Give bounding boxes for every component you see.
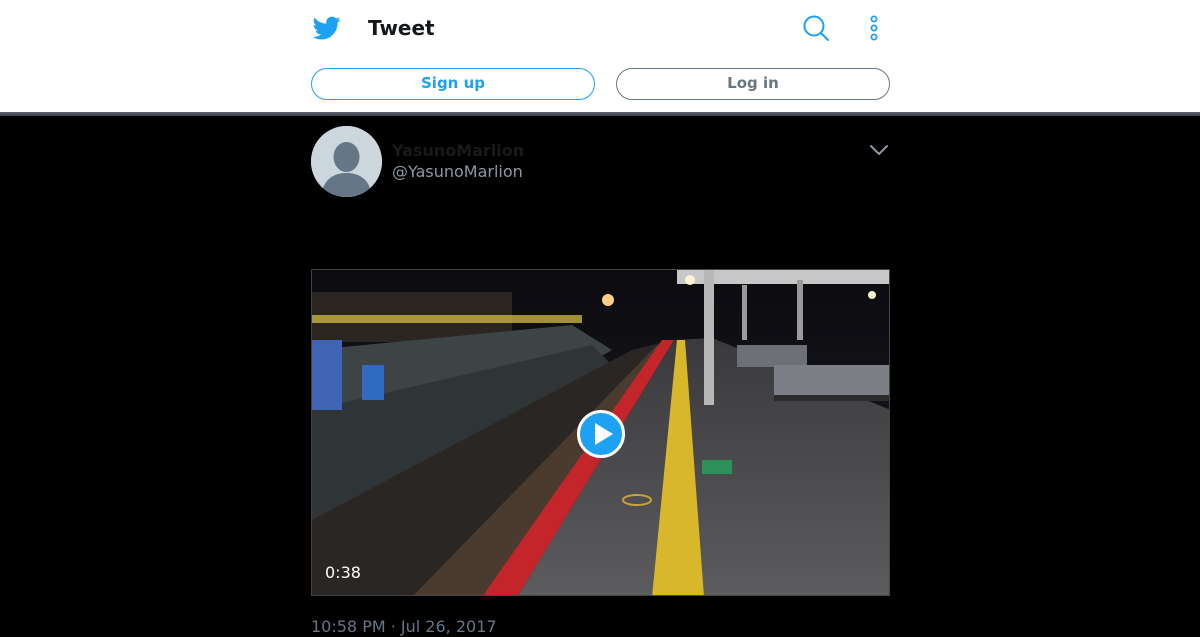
- avatar[interactable]: [311, 126, 382, 197]
- video-player[interactable]: 0:38: [311, 269, 890, 596]
- twitter-bird-icon[interactable]: [312, 14, 342, 42]
- play-icon: [595, 423, 613, 445]
- tweet-timestamp[interactable]: 10:58 PM · Jul 26, 2017: [311, 617, 497, 637]
- header-divider: [0, 112, 1200, 116]
- display-name[interactable]: YasunoMarlion: [392, 141, 524, 161]
- log-in-button[interactable]: Log in: [616, 68, 890, 100]
- sign-up-button[interactable]: Sign up: [311, 68, 595, 100]
- user-handle[interactable]: @YasunoMarlion: [392, 162, 523, 182]
- video-duration: 0:38: [325, 563, 361, 582]
- page-title: Tweet: [368, 16, 435, 40]
- default-avatar-icon: [311, 126, 382, 197]
- top-bar: Tweet Sign up Log in: [0, 0, 1200, 112]
- play-button[interactable]: [577, 410, 625, 458]
- more-vertical-icon[interactable]: [864, 14, 884, 42]
- chevron-down-icon[interactable]: [868, 140, 890, 160]
- search-icon[interactable]: [802, 14, 830, 42]
